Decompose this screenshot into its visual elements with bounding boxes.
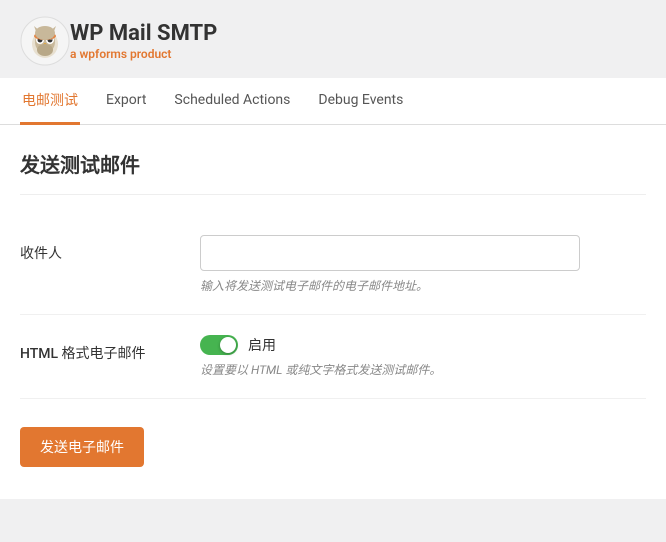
- html-format-field: 启用 设置要以 HTML 或纯文字格式发送测试邮件。: [200, 335, 646, 378]
- subtitle-suffix: product: [127, 47, 171, 61]
- recipient-field: 输入将发送测试电子邮件的电子邮件地址。: [200, 235, 646, 294]
- tab-email-test[interactable]: 电邮测试: [20, 78, 80, 125]
- html-hint: 设置要以 HTML 或纯文字格式发送测试邮件。: [200, 361, 646, 378]
- recipient-input[interactable]: [200, 235, 580, 271]
- recipient-label: 收件人: [20, 235, 200, 263]
- page-wrapper: WP Mail SMTP a wpforms product 电邮测试 Expo…: [0, 0, 666, 542]
- html-format-label: HTML 格式电子邮件: [20, 335, 200, 363]
- app-title: WP Mail SMTP: [70, 21, 217, 47]
- section-title: 发送测试邮件: [20, 149, 646, 195]
- send-email-button[interactable]: 发送电子邮件: [20, 427, 144, 467]
- html-format-row: HTML 格式电子邮件 启用 设置要以 HTML 或纯文字格式发送测试邮件。: [20, 315, 646, 399]
- recipient-hint: 输入将发送测试电子邮件的电子邮件地址。: [200, 277, 646, 294]
- toggle-label: 启用: [248, 335, 276, 355]
- html-toggle[interactable]: [200, 335, 238, 355]
- app-subtitle: a wpforms product: [70, 47, 217, 61]
- nav-tabs: 电邮测试 Export Scheduled Actions Debug Even…: [0, 78, 666, 125]
- content-area: 发送测试邮件 收件人 输入将发送测试电子邮件的电子邮件地址。 HTML 格式电子…: [0, 125, 666, 499]
- toggle-row: 启用: [200, 335, 646, 355]
- tab-debug-events[interactable]: Debug Events: [316, 80, 405, 123]
- logo-text: WP Mail SMTP a wpforms product: [70, 21, 217, 61]
- recipient-row: 收件人 输入将发送测试电子邮件的电子邮件地址。: [20, 215, 646, 315]
- app-logo-icon: [20, 16, 70, 66]
- subtitle-brand: wpforms: [79, 47, 127, 61]
- header: WP Mail SMTP a wpforms product: [0, 0, 666, 78]
- tab-scheduled-actions[interactable]: Scheduled Actions: [172, 80, 292, 123]
- tab-export[interactable]: Export: [104, 80, 148, 123]
